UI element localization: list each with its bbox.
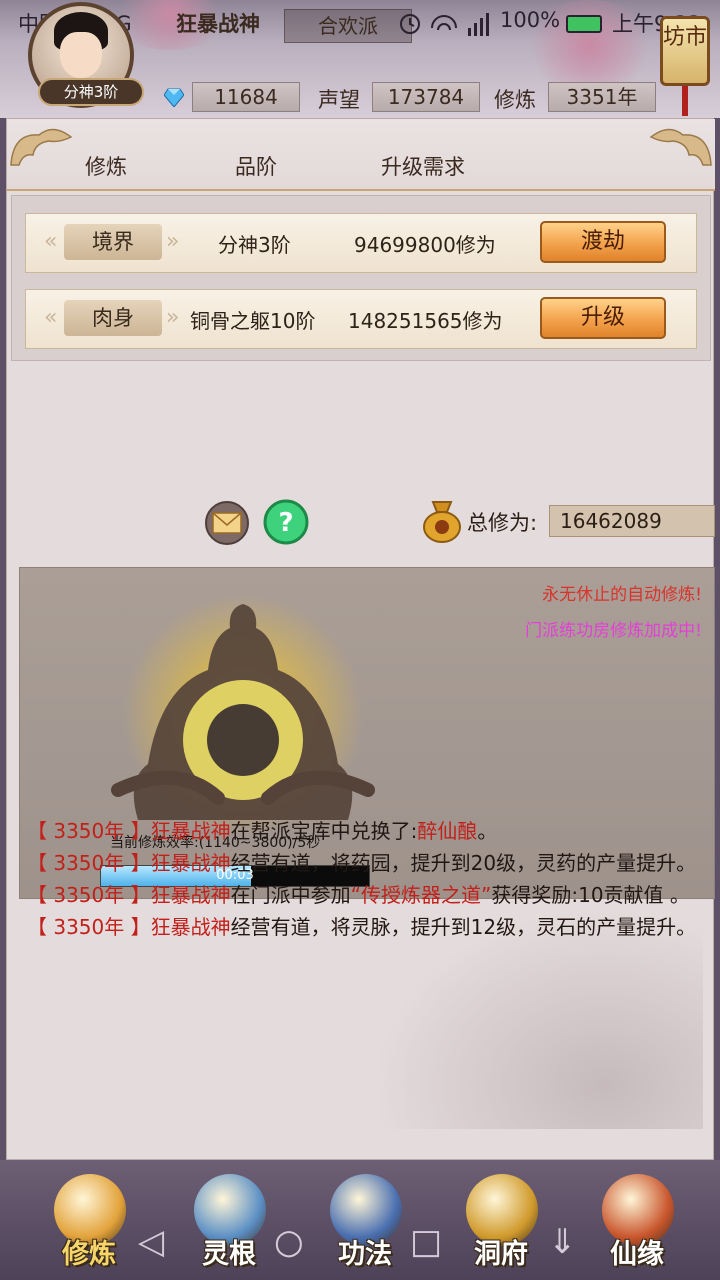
body-grade: 铜骨之躯10阶: [190, 309, 316, 333]
bottom-nav: 修炼 灵根 功法 洞府 仙缘: [0, 1160, 720, 1280]
log-player-name: 狂暴战神: [150, 915, 231, 939]
money-bag-icon: [423, 501, 461, 543]
log-highlight: 醉仙酿: [417, 819, 478, 843]
body-requirement: 148251565修为: [348, 309, 503, 333]
log-text: 经营有道，将灵脉，提升到12级，灵石的产量提升。: [230, 915, 697, 939]
header-area: 中国电信3G 狂暴战神 合欢派 100% 上午9:33 分神3阶 坊市 1168…: [0, 0, 720, 118]
nav-item-cave[interactable]: 洞府: [436, 1160, 566, 1280]
tribulation-button[interactable]: 渡劫: [540, 221, 666, 263]
nav-item-techniques[interactable]: 功法: [300, 1160, 430, 1280]
body-row: « 肉身 » 铜骨之躯10阶 148251565修为 升级: [25, 289, 697, 349]
event-log: 【 3350年 】狂暴战神在帮派宝库中兑换了:醉仙酿。【 3350年 】狂暴战神…: [27, 815, 703, 943]
realm-grade: 分神3阶: [218, 233, 291, 257]
meditating-figure-icon: [111, 594, 375, 834]
help-icon[interactable]: ?: [263, 499, 309, 545]
nav-label: 修炼: [62, 1239, 116, 1270]
svg-text:?: ?: [278, 508, 293, 538]
log-entry: 【 3350年 】狂暴战神在门派中参加“传授炼器之道”获得奖励:10贡献值 。: [27, 879, 703, 911]
reputation-label: 声望: [318, 88, 360, 112]
chevron-left-icon: «: [44, 305, 58, 330]
log-year: 【 3350年 】: [27, 851, 151, 875]
realm-label: 境界: [92, 230, 134, 254]
auto-cultivation-message: 永无休止的自动修炼!: [542, 585, 702, 605]
log-highlight: “传授炼器之道”: [350, 883, 492, 907]
chevron-left-icon: «: [44, 229, 58, 254]
avatar-level-badge: 分神3阶: [38, 78, 144, 106]
battery-icon: [566, 15, 602, 33]
body-plate: « 肉身 »: [44, 298, 182, 338]
realm-requirement: 94699800修为: [354, 233, 496, 257]
nav-item-fate[interactable]: 仙缘: [572, 1160, 702, 1280]
realm-plate: « 境界 »: [44, 222, 182, 262]
log-text: 在门派中参加: [230, 883, 351, 907]
log-text: 在帮派宝库中兑换了:: [230, 819, 418, 843]
log-year: 【 3350年 】: [27, 819, 151, 843]
body-label: 肉身: [92, 306, 134, 330]
player-name: 狂暴战神: [176, 12, 260, 36]
log-entry: 【 3350年 】狂暴战神经营有道，将灵脉，提升到12级，灵石的产量提升。: [27, 911, 703, 943]
total-cultivation-label: 总修为:: [467, 511, 538, 535]
chevron-right-icon: »: [166, 229, 180, 254]
column-headers: 修炼 品阶 升级需求: [7, 119, 715, 191]
log-entry: 【 3350年 】狂暴战神经营有道，将药园，提升到20级，灵药的产量提升。: [27, 847, 703, 879]
sect-bonus-message: 门派练功房修炼加成中!: [525, 621, 702, 641]
column-header-requirement: 升级需求: [381, 155, 465, 179]
upgrade-button[interactable]: 升级: [540, 297, 666, 339]
realm-row: « 境界 » 分神3阶 94699800修为 渡劫: [25, 213, 697, 273]
cloud-ornament-right: [649, 128, 712, 166]
log-player-name: 狂暴战神: [150, 819, 231, 843]
cloud-ornament-left: [10, 128, 73, 166]
cultivation-panel: 修炼 品阶 升级需求 « 境界 » 分神3阶 94699800修为 渡劫 « 肉…: [6, 118, 718, 1272]
nav-item-spirit-root[interactable]: 灵根: [164, 1160, 294, 1280]
avatar-face: [60, 32, 102, 78]
gem-count: 11684: [192, 82, 300, 112]
log-year: 【 3350年 】: [27, 883, 151, 907]
nav-label: 洞府: [474, 1239, 528, 1270]
gem-icon: [164, 88, 184, 107]
log-text: 经营有道，将药园，提升到20级，灵药的产量提升。: [230, 851, 697, 875]
tassel-decoration: [682, 86, 688, 116]
back-icon[interactable]: ◁: [138, 1222, 164, 1262]
log-player-name: 狂暴战神: [150, 851, 231, 875]
mail-icon[interactable]: [205, 501, 249, 545]
market-button[interactable]: 坊市: [660, 16, 710, 86]
column-header-grade: 品阶: [235, 155, 277, 179]
reputation-value: 173784: [372, 82, 480, 112]
nav-label: 仙缘: [610, 1239, 664, 1270]
chevron-right-icon: »: [166, 305, 180, 330]
log-player-name: 狂暴战神: [150, 883, 231, 907]
cultivation-label: 修炼: [494, 88, 536, 112]
total-cultivation-value: 16462089: [549, 505, 715, 537]
home-icon[interactable]: ○: [274, 1222, 304, 1262]
log-text: 获得奖励:10贡献值 。: [491, 883, 690, 907]
log-year: 【 3350年 】: [27, 915, 151, 939]
sect-name: 合欢派: [284, 9, 412, 43]
recents-icon[interactable]: □: [410, 1222, 442, 1262]
cultivation-years: 3351年: [548, 82, 656, 112]
nav-item-cultivation[interactable]: 修炼: [24, 1160, 154, 1280]
column-header-cultivation: 修炼: [85, 155, 127, 179]
expand-down-icon[interactable]: ⇓: [548, 1222, 577, 1262]
log-text: 。: [477, 819, 498, 843]
battery-percent: 100%: [500, 8, 561, 32]
log-entry: 【 3350年 】狂暴战神在帮派宝库中兑换了:醉仙酿。: [27, 815, 703, 847]
